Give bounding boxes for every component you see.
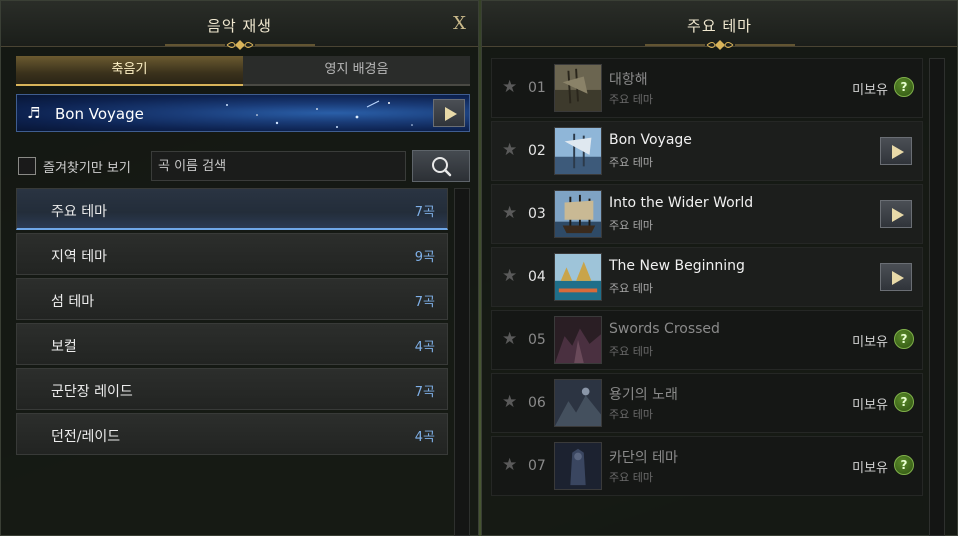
category-count: 4곡 (414, 340, 435, 355)
category-item-legion-raid[interactable]: 군단장 레이드 7곡 (16, 368, 448, 410)
category-count: 9곡 (414, 250, 435, 265)
track-artwork (554, 64, 602, 112)
category-count: 4곡 (414, 430, 435, 445)
category-item-region-theme[interactable]: 지역 테마 9곡 (16, 233, 448, 275)
track-row[interactable]: ★ 07 카단의 테마 주요 테마 미보유 ? (491, 436, 923, 496)
now-playing-play-button[interactable] (433, 99, 465, 127)
track-row[interactable]: ★ 03 Into the Wider World 주요 테마 (491, 184, 923, 244)
not-owned-label: 미보유 (852, 335, 888, 350)
track-number: 07 (528, 458, 546, 474)
music-note-icon: ♬ (27, 104, 41, 122)
track-row[interactable]: ★ 02 Bon Voyage 주요 테마 (491, 121, 923, 181)
track-scrollbar[interactable] (929, 58, 945, 536)
favorites-only-label: 즐겨찾기만 보기 (43, 160, 131, 176)
title-ornament-icon (644, 40, 795, 50)
now-playing-bar: ♬ Bon Voyage (16, 94, 470, 132)
favorite-star-icon[interactable]: ★ (502, 392, 517, 412)
favorite-star-icon[interactable]: ★ (502, 329, 517, 349)
category-count: 7곡 (414, 295, 435, 310)
category-name: 던전/레이드 (51, 429, 121, 445)
track-subtitle: 주요 테마 (609, 408, 653, 421)
not-owned-label: 미보유 (852, 461, 888, 476)
track-title: 대항해 (609, 72, 648, 88)
panel-title: 주요 테마 (687, 17, 752, 35)
track-play-button[interactable] (880, 137, 912, 165)
close-button[interactable]: X (453, 13, 466, 34)
category-item-dungeon-raid[interactable]: 던전/레이드 4곡 (16, 413, 448, 455)
track-play-button[interactable] (880, 200, 912, 228)
category-name: 보컬 (51, 339, 77, 355)
track-number: 05 (528, 332, 546, 348)
category-name: 섬 테마 (51, 294, 95, 310)
track-play-button[interactable] (880, 263, 912, 291)
search-icon (432, 157, 452, 177)
track-row[interactable]: ★ 04 The New Beginning 주요 테마 (491, 247, 923, 307)
title-ornament-icon (164, 40, 315, 50)
track-number: 02 (528, 143, 546, 159)
track-subtitle: 주요 테마 (609, 219, 653, 232)
category-scrollbar[interactable] (454, 188, 470, 536)
track-artwork (554, 190, 602, 238)
track-row[interactable]: ★ 01 대항해 주요 테마 미보유 ? (491, 58, 923, 118)
track-subtitle: 주요 테마 (609, 282, 653, 295)
help-icon[interactable]: ? (894, 392, 914, 412)
category-name: 주요 테마 (51, 204, 107, 220)
track-artwork (554, 379, 602, 427)
not-owned-label: 미보유 (852, 83, 888, 98)
track-number: 06 (528, 395, 546, 411)
favorite-star-icon[interactable]: ★ (502, 140, 517, 160)
track-number: 01 (528, 80, 546, 96)
track-title: The New Beginning (609, 258, 745, 274)
category-count: 7곡 (414, 385, 435, 400)
track-title: 용기의 노래 (609, 387, 678, 403)
track-title: Into the Wider World (609, 195, 754, 211)
track-list: ★ 01 대항해 주요 테마 미보유 ? ★ 02 Bon Voyage 주요 … (491, 58, 923, 499)
track-title: Swords Crossed (609, 321, 720, 337)
category-list: 주요 테마 7곡 지역 테마 9곡 섬 테마 7곡 보컬 4곡 군단장 레이드 … (16, 188, 448, 458)
track-row[interactable]: ★ 06 용기의 노래 주요 테마 미보유 ? (491, 373, 923, 433)
panel-header: 음악 재생 X (1, 1, 478, 50)
favorite-star-icon[interactable]: ★ (502, 266, 517, 286)
song-search-input[interactable] (151, 151, 406, 181)
category-count: 7곡 (414, 205, 435, 220)
help-icon[interactable]: ? (894, 77, 914, 97)
search-button[interactable] (412, 150, 470, 182)
track-row[interactable]: ★ 05 Swords Crossed 주요 테마 미보유 ? (491, 310, 923, 370)
now-playing-title: Bon Voyage (55, 105, 144, 123)
not-owned-label: 미보유 (852, 398, 888, 413)
category-name: 군단장 레이드 (51, 384, 133, 400)
track-number: 04 (528, 269, 546, 285)
category-item-main-theme[interactable]: 주요 테마 7곡 (16, 188, 448, 230)
favorites-filter: 즐겨찾기만 보기 (18, 152, 131, 180)
track-artwork (554, 253, 602, 301)
track-number: 03 (528, 206, 546, 222)
player-tabs: 축음기 영지 배경음 (16, 56, 470, 86)
tab-phonograph[interactable]: 축음기 (16, 56, 243, 86)
track-subtitle: 주요 테마 (609, 345, 653, 358)
track-artwork (554, 316, 602, 364)
panel-header: 주요 테마 (482, 1, 957, 50)
track-title: 카단의 테마 (609, 450, 678, 466)
panel-title: 음악 재생 (207, 17, 272, 35)
category-item-vocal[interactable]: 보컬 4곡 (16, 323, 448, 365)
track-artwork (554, 127, 602, 175)
help-icon[interactable]: ? (894, 455, 914, 475)
category-name: 지역 테마 (51, 249, 107, 265)
help-icon[interactable]: ? (894, 329, 914, 349)
favorite-star-icon[interactable]: ★ (502, 77, 517, 97)
favorite-star-icon[interactable]: ★ (502, 203, 517, 223)
category-item-island-theme[interactable]: 섬 테마 7곡 (16, 278, 448, 320)
track-title: Bon Voyage (609, 132, 692, 148)
track-subtitle: 주요 테마 (609, 156, 653, 169)
favorite-star-icon[interactable]: ★ (502, 455, 517, 475)
track-artwork (554, 442, 602, 490)
favorites-only-checkbox[interactable] (18, 157, 36, 175)
track-subtitle: 주요 테마 (609, 471, 653, 484)
track-subtitle: 주요 테마 (609, 93, 653, 106)
tab-estate-bgm[interactable]: 영지 배경음 (243, 56, 470, 86)
